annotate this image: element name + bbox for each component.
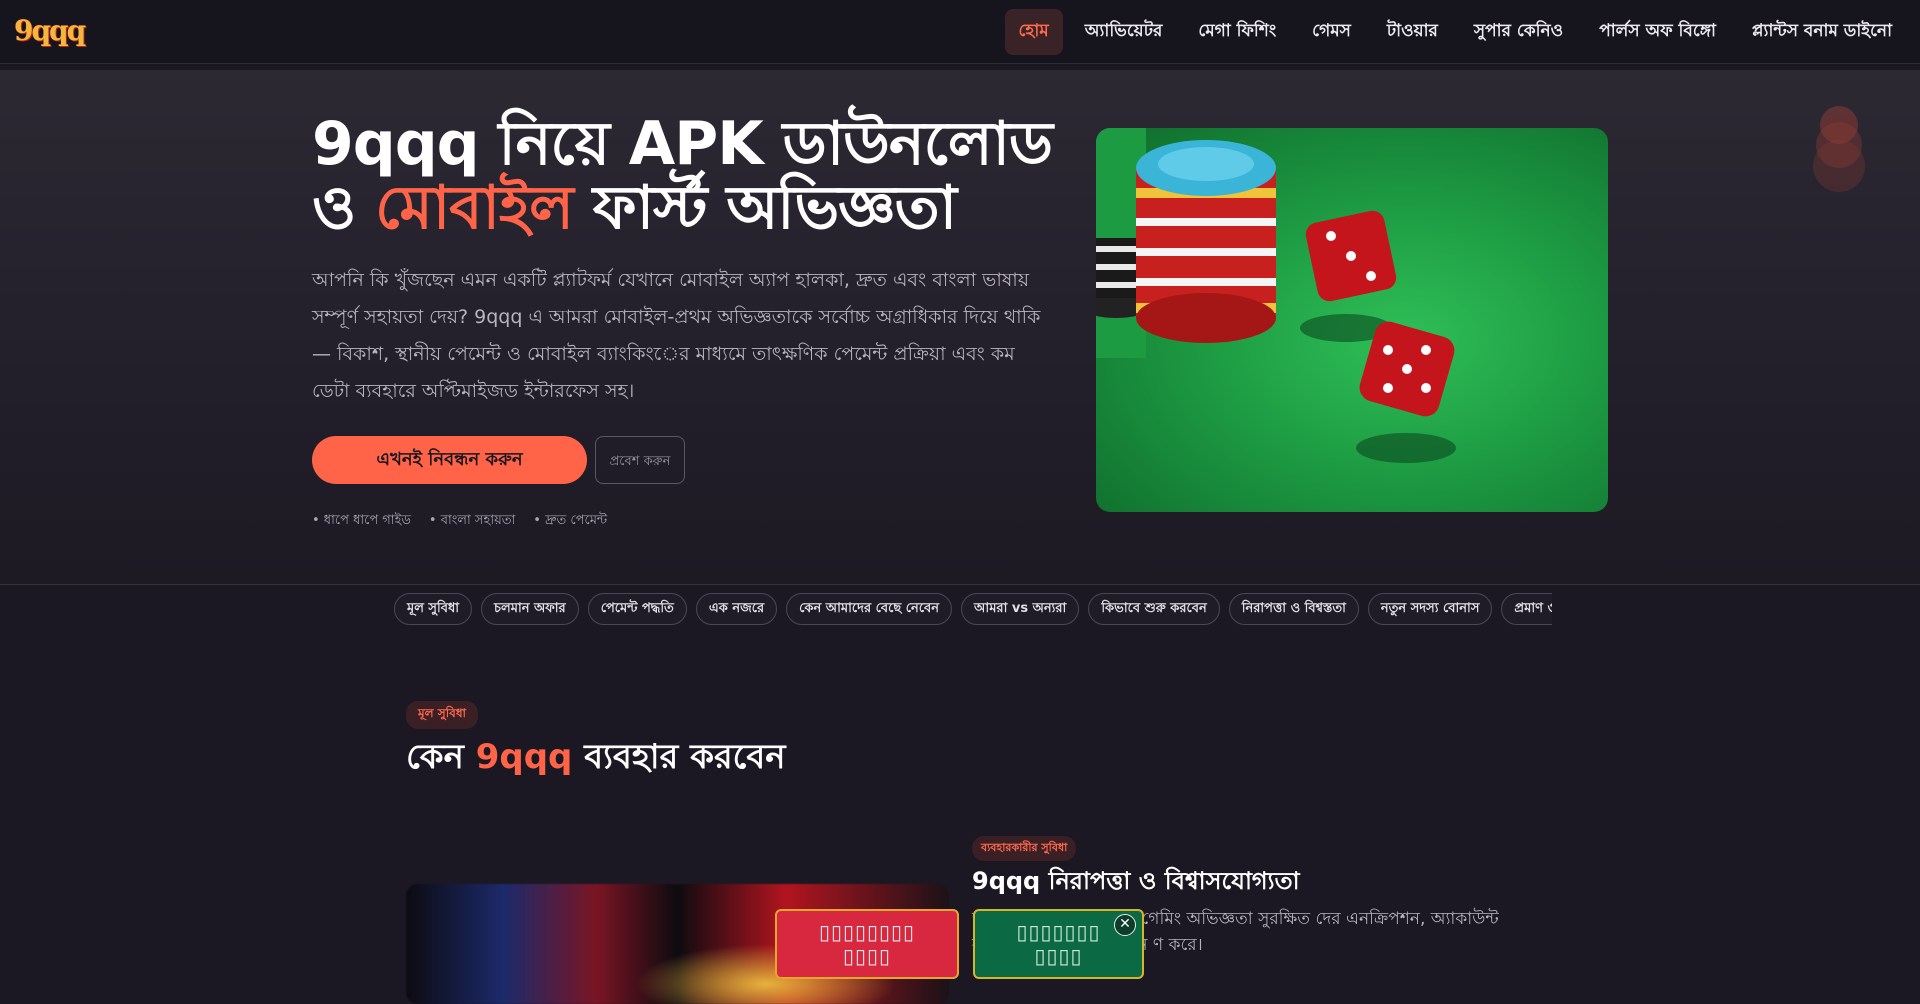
nav-item[interactable]: অ্যাভিয়েটর (1071, 9, 1177, 55)
floating-register-button[interactable]: ▯▯▯▯▯▯▯▯ ▯▯▯▯ (775, 909, 959, 979)
nav-item[interactable]: গেমস (1298, 9, 1365, 55)
nav-item[interactable]: পার্লস অফ বিঙ্গো (1585, 9, 1730, 55)
section-chip[interactable]: নতুন সদস্য বোনাস (1367, 593, 1493, 625)
section-chip[interactable]: আমরা vs অন্যরা (961, 593, 1080, 625)
nav-menu: হোম অ্যাভিয়েটর মেগা ফিশিং গেমস টাওয়ার সুপার… (1004, 9, 1906, 55)
section-title-accent: 9qqq (475, 737, 573, 777)
nav-item[interactable]: প্ল্যান্টস বনাম ডাইনো (1738, 9, 1906, 55)
decorative-orb (1813, 140, 1865, 192)
hero-description: আপনি কি খুঁজছেন এমন একটি প্ল্যাটফর্ম যেখ… (312, 269, 1041, 402)
site-logo[interactable]: 9qqq (14, 14, 86, 48)
nav-item[interactable]: হোম (1004, 9, 1063, 55)
section-title: কেন 9qqq ব্যবহার করবেন (406, 737, 786, 777)
red-dice-icon (1300, 210, 1456, 463)
section-chip[interactable]: কেন আমাদের বেছে নেবেন (786, 593, 953, 625)
section-chip[interactable]: কিভাবে শুরু করবেন (1088, 593, 1220, 625)
hero-section: 9qqq নিয়ে APK ডাউনলোড ও মোবাইল ফার্স্ট … (0, 70, 1920, 585)
register-button[interactable]: এখনই নিবন্ধন করুন (312, 436, 587, 484)
login-button[interactable]: প্রবেশ করুন (595, 436, 685, 484)
section-chip-nav: মূল সুবিধা চলমান অফার পেমেন্ট পদ্ধতি এক নজর… (394, 593, 1552, 627)
nav-item[interactable]: সুপার কেনিও (1460, 9, 1577, 55)
hero-bullet: • দ্রুত পেমেন্ট (533, 513, 608, 528)
hero-bullet: • ধাপে ধাপে গাইড (312, 513, 411, 528)
close-icon[interactable]: ✕ (1114, 914, 1136, 936)
sub-title: 9qqq নিরাপত্তা ও বিশ্বাসযোগ্যতা (972, 867, 1300, 895)
top-navbar: 9qqq হোম অ্যাভিয়েটর মেগা ফিশিং গেমস টাওয়ার… (0, 0, 1920, 64)
hero-title: 9qqq নিয়ে APK ডাউনলোড ও মোবাইল ফার্স্ট … (312, 109, 1053, 243)
casino-dice-chips-image (1096, 128, 1608, 512)
section-chip[interactable]: প্রমাণ ও (1501, 593, 1552, 625)
poker-chips-icon (1096, 128, 1276, 358)
section-badge: মূল সুবিধা (406, 701, 479, 729)
hero-title-accent: মোবাইল (375, 173, 574, 243)
section-chip[interactable]: চলমান অফার (481, 593, 579, 625)
sub-badge: ব্যবহারকারীর সুবিধা (972, 836, 1077, 861)
nav-item[interactable]: টাওয়ার (1373, 9, 1452, 55)
section-chip[interactable]: এক নজরে (695, 593, 778, 625)
hero-bullets: • ধাপে ধাপে গাইড • বাংলা সহায়তা • দ্রুত… (312, 511, 607, 532)
section-chip[interactable]: পেমেন্ট পদ্ধতি (587, 593, 687, 625)
nav-item[interactable]: মেগা ফিশিং (1184, 9, 1290, 55)
section-chip[interactable]: মূল সুবিধা (394, 593, 473, 625)
section-chip[interactable]: নিরাপত্তা ও বিশ্বস্ততা (1228, 593, 1359, 625)
hero-bullet: • বাংলা সহায়তা (428, 513, 516, 528)
